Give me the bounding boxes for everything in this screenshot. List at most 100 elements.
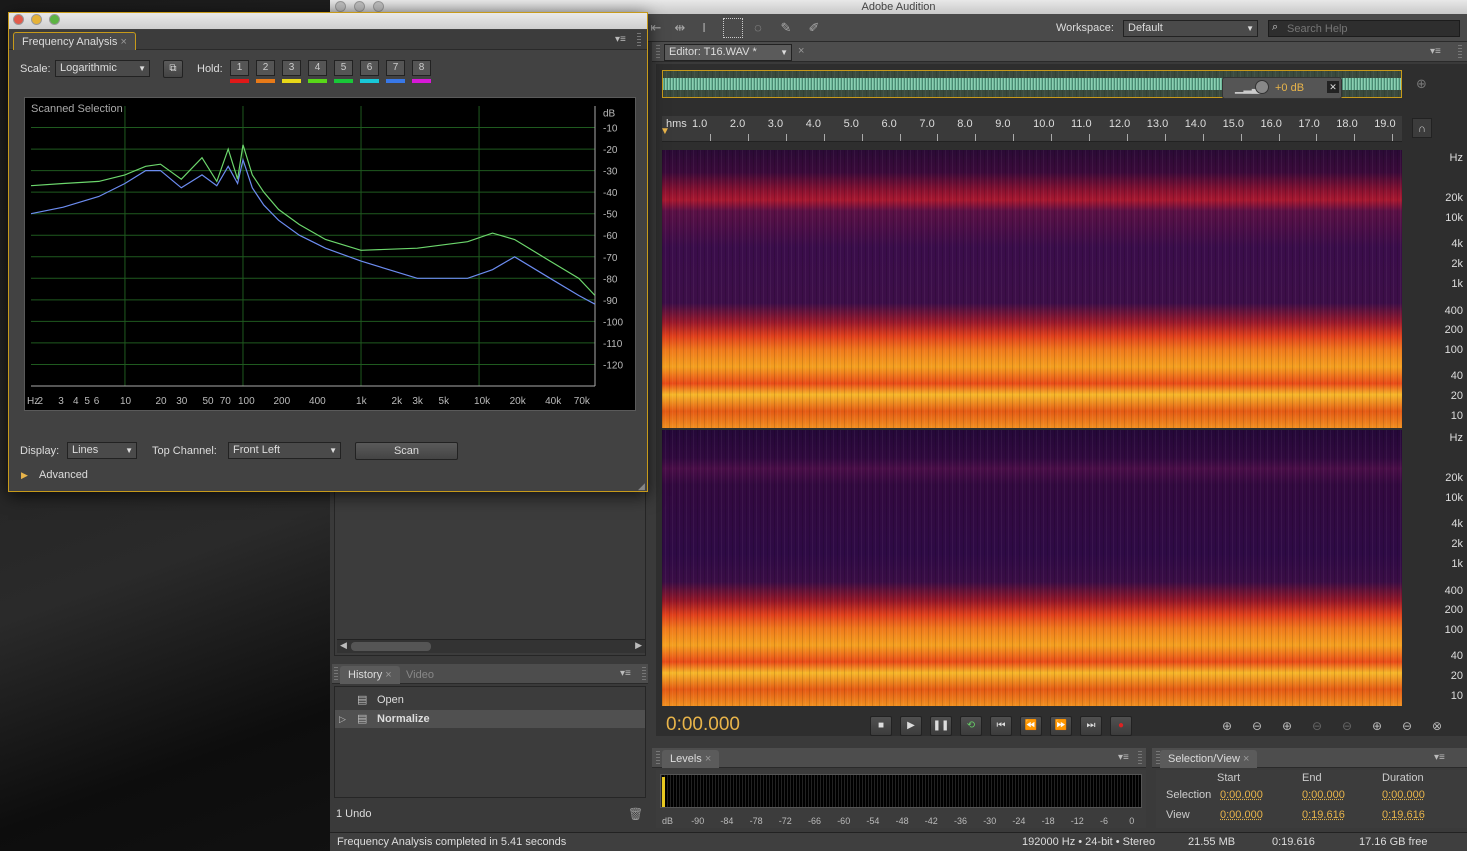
tab-selection-view[interactable]: Selection/View ×	[1160, 750, 1258, 768]
selection-start-value[interactable]: 0:00.000	[1220, 789, 1263, 801]
close-tab-icon[interactable]: ×	[385, 669, 391, 681]
trash-icon[interactable]: 🗑	[628, 807, 643, 821]
hold-button[interactable]: 5	[334, 60, 353, 76]
hold-button[interactable]: 3	[282, 60, 301, 76]
zoom-out-full-icon[interactable]: ⊖	[1336, 716, 1358, 736]
scroll-left-icon[interactable]: ◀	[340, 640, 347, 651]
time-ruler[interactable]: hms 1.0 2.0 3.0 4.0 5.0 6.0 7.0 8.0 9.0 10.0 11.0 1…	[662, 116, 1402, 142]
copy-to-clipboard-icon[interactable]: ⧉	[163, 60, 183, 78]
ruler-tick: 19.0	[1374, 118, 1396, 130]
minimize-icon[interactable]	[31, 14, 42, 25]
close-icon[interactable]	[13, 14, 24, 25]
panel-menu-icon[interactable]: ▾≡	[1434, 753, 1448, 763]
zoom-out-point-icon[interactable]: ⊖	[1396, 716, 1418, 736]
current-time-display[interactable]: 0:00.000	[666, 714, 740, 736]
time-selection-tool-icon[interactable]: I	[694, 18, 714, 38]
hold-button[interactable]: 7	[386, 60, 405, 76]
panel-menu-icon[interactable]: ▾≡	[1118, 753, 1132, 763]
hud-gain-control[interactable]: ▁▂▃ +0 dB ✕	[1222, 77, 1342, 99]
panel-menu-icon[interactable]: ▾≡	[1430, 47, 1444, 57]
workspace-dropdown[interactable]: Default ▼	[1123, 20, 1258, 37]
pin-hud-icon[interactable]: ✕	[1327, 81, 1339, 93]
zoom-icon[interactable]	[373, 1, 384, 12]
pause-icon[interactable]: ❚❚	[930, 716, 952, 736]
hold-button[interactable]: 6	[360, 60, 379, 76]
view-end-value[interactable]: 0:19.616	[1302, 809, 1345, 821]
panel-grip-icon[interactable]	[642, 667, 646, 681]
scale-dropdown[interactable]: Logarithmic ▼	[55, 60, 150, 77]
y-tick-label: -20	[603, 145, 618, 156]
display-dropdown[interactable]: Lines ▼	[67, 442, 137, 459]
disclosure-triangle-icon[interactable]: ▶	[21, 470, 28, 481]
minimize-icon[interactable]	[354, 1, 365, 12]
hold-button[interactable]: 4	[308, 60, 327, 76]
hold-button[interactable]: 1	[230, 60, 249, 76]
panel-grip-icon[interactable]	[637, 33, 641, 47]
rewind-icon[interactable]: ⏪	[1020, 716, 1042, 736]
scroll-thumb[interactable]	[351, 642, 431, 651]
search-help-input[interactable]	[1268, 20, 1460, 37]
hold-button[interactable]: 2	[256, 60, 275, 76]
spectral-display-right-channel[interactable]	[662, 430, 1402, 706]
view-duration-value[interactable]: 0:19.616	[1382, 809, 1425, 821]
editor-file-dropdown[interactable]: Editor: T16.WAV * ▼	[664, 44, 792, 61]
tab-frequency-analysis[interactable]: Frequency Analysis ×	[13, 32, 136, 50]
volume-knob-icon[interactable]	[1255, 80, 1269, 94]
zoom-in-amplitude-icon[interactable]: ⊕	[1216, 716, 1238, 736]
top-channel-dropdown[interactable]: Front Left ▼	[228, 442, 341, 459]
floating-title-bar[interactable]	[9, 13, 647, 29]
fast-forward-icon[interactable]: ⏩	[1050, 716, 1072, 736]
close-tab-icon[interactable]: ×	[1243, 753, 1249, 765]
panel-menu-icon[interactable]: ▾≡	[615, 35, 629, 45]
search-help-box[interactable]: ⌕	[1268, 20, 1460, 37]
zoom-navigator-icon[interactable]: ⊕	[1416, 76, 1427, 92]
frequency-tick: 10	[1450, 410, 1463, 422]
brush-tool-icon[interactable]: ✎	[776, 18, 796, 38]
selection-end-value[interactable]: 0:00.000	[1302, 789, 1345, 801]
skip-to-start-icon[interactable]: ⏮	[990, 716, 1012, 736]
marquee-tool-icon[interactable]	[723, 18, 743, 38]
zoom-in-point-icon[interactable]: ⊕	[1366, 716, 1388, 736]
panel-grip-icon[interactable]	[1138, 751, 1142, 765]
files-horizontal-scrollbar[interactable]: ◀ ▶	[337, 639, 645, 653]
zoom-in-time-icon[interactable]: ⊕	[1276, 716, 1298, 736]
playhead-marker-icon[interactable]: ▼	[660, 126, 670, 137]
headphones-icon[interactable]: ∩	[1412, 118, 1432, 138]
resize-grip-icon[interactable]: ◢	[638, 481, 645, 492]
zoom-out-time-icon[interactable]: ⊖	[1306, 716, 1328, 736]
advanced-toggle[interactable]: Advanced	[39, 469, 88, 481]
tab-video[interactable]: Video	[398, 666, 442, 684]
panel-grip-icon[interactable]	[656, 751, 660, 765]
lasso-tool-icon[interactable]: ◌	[748, 18, 768, 38]
zoom-out-amplitude-icon[interactable]: ⊖	[1246, 716, 1268, 736]
panel-menu-icon[interactable]: ▾≡	[620, 669, 634, 679]
panel-grip-icon[interactable]	[656, 45, 660, 59]
view-start-value[interactable]: 0:00.000	[1220, 809, 1263, 821]
slip-tool-icon[interactable]: ⇹	[670, 18, 690, 38]
tab-history[interactable]: History ×	[340, 666, 400, 684]
hold-button[interactable]: 8	[412, 60, 431, 76]
panel-grip-icon[interactable]	[1458, 45, 1462, 59]
history-item[interactable]: ▤ Open	[335, 691, 645, 709]
spectral-display-left-channel[interactable]	[662, 150, 1402, 428]
history-item-selected[interactable]: ▷ ▤ Normalize	[335, 710, 645, 728]
stop-icon[interactable]: ■	[870, 716, 892, 736]
close-tab-icon[interactable]: ×	[120, 36, 126, 48]
gain-value[interactable]: +0 dB	[1275, 82, 1304, 94]
close-icon[interactable]	[335, 1, 346, 12]
scan-button[interactable]: Scan	[355, 442, 458, 460]
play-icon[interactable]: ▶	[900, 716, 922, 736]
tab-levels[interactable]: Levels ×	[662, 750, 720, 768]
close-tab-icon[interactable]: ×	[705, 753, 711, 765]
move-tool-icon[interactable]: ⇤	[646, 18, 666, 38]
close-tab-icon[interactable]: ×	[798, 45, 804, 57]
spot-healing-tool-icon[interactable]: ✐	[804, 18, 824, 38]
panel-grip-icon[interactable]	[334, 667, 338, 681]
record-icon[interactable]: ●	[1110, 716, 1132, 736]
zoom-icon[interactable]	[49, 14, 60, 25]
zoom-selection-icon[interactable]: ⊗	[1426, 716, 1448, 736]
skip-to-end-icon[interactable]: ⏭	[1080, 716, 1102, 736]
selection-duration-value[interactable]: 0:00.000	[1382, 789, 1425, 801]
scroll-right-icon[interactable]: ▶	[635, 640, 642, 651]
loop-icon[interactable]: ⟲	[960, 716, 982, 736]
